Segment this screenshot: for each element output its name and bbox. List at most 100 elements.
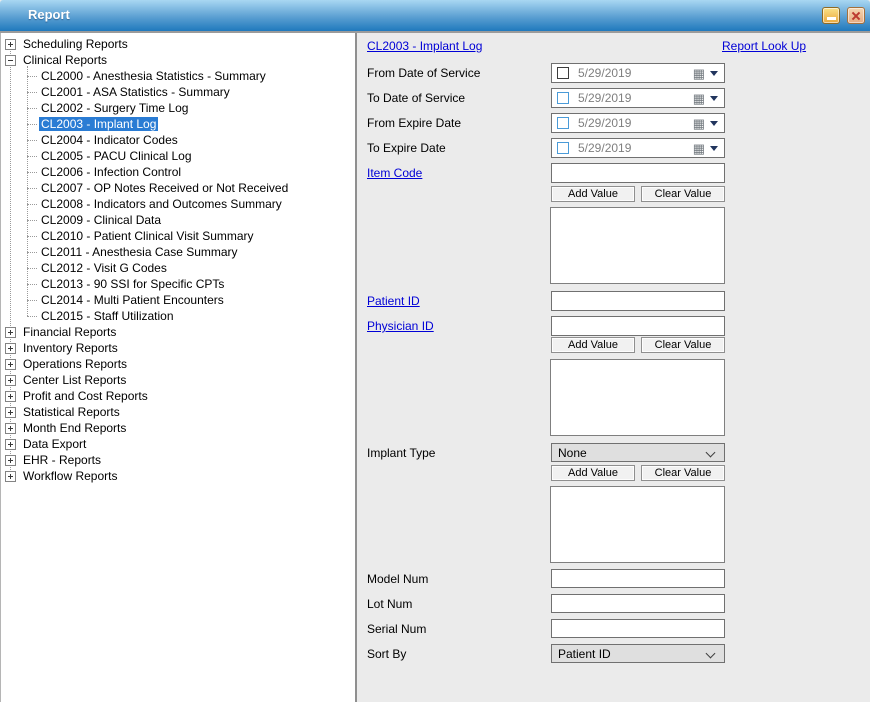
tree-item[interactable]: CL2001 - ASA Statistics - Summary: [1, 84, 355, 100]
tree-item-label[interactable]: Month End Reports: [21, 421, 128, 435]
model-num-input[interactable]: [551, 569, 725, 588]
tree-item[interactable]: CL2003 - Implant Log: [1, 116, 355, 132]
item-code-input[interactable]: [551, 163, 725, 183]
expand-icon[interactable]: [5, 343, 16, 354]
dropdown-arrow-icon[interactable]: [710, 146, 718, 151]
physician-id-link[interactable]: Physician ID: [367, 319, 434, 333]
expand-icon[interactable]: [5, 439, 16, 450]
tree-item-label[interactable]: EHR - Reports: [21, 453, 103, 467]
tree-item-label[interactable]: CL2002 - Surgery Time Log: [39, 101, 190, 115]
id-add-value-button[interactable]: Add Value: [551, 337, 635, 353]
tree-item[interactable]: Center List Reports: [1, 372, 355, 388]
item-code-clear-value-button[interactable]: Clear Value: [641, 186, 725, 202]
tree-item-label[interactable]: Workflow Reports: [21, 469, 119, 483]
tree-item-label[interactable]: Inventory Reports: [21, 341, 120, 355]
minimize-button[interactable]: [822, 7, 840, 24]
tree-item[interactable]: Inventory Reports: [1, 340, 355, 356]
tree-item[interactable]: CL2013 - 90 SSI for Specific CPTs: [1, 276, 355, 292]
tree-item-label[interactable]: CL2004 - Indicator Codes: [39, 133, 180, 147]
tree-item[interactable]: CL2000 - Anesthesia Statistics - Summary: [1, 68, 355, 84]
tree-item-label[interactable]: CL2009 - Clinical Data: [39, 213, 163, 227]
tree-item-label[interactable]: CL2013 - 90 SSI for Specific CPTs: [39, 277, 226, 291]
dropdown-arrow-icon[interactable]: [710, 71, 718, 76]
expand-icon[interactable]: [5, 375, 16, 386]
tree-item-label[interactable]: Center List Reports: [21, 373, 128, 387]
expand-icon[interactable]: [5, 391, 16, 402]
date-enable-checkbox[interactable]: [557, 92, 569, 104]
from-date-of-service-picker[interactable]: 5/29/2019 ▦: [551, 63, 725, 83]
expand-icon[interactable]: [5, 471, 16, 482]
date-enable-checkbox[interactable]: [557, 142, 569, 154]
implant-type-listbox[interactable]: [550, 486, 725, 563]
to-expire-date-picker[interactable]: 5/29/2019 ▦: [551, 138, 725, 158]
expand-icon[interactable]: [5, 359, 16, 370]
tree-item-label[interactable]: CL2011 - Anesthesia Case Summary: [39, 245, 240, 259]
tree-item[interactable]: Clinical Reports: [1, 52, 355, 68]
id-values-listbox[interactable]: [550, 359, 725, 436]
tree-item[interactable]: Scheduling Reports: [1, 36, 355, 52]
item-code-link[interactable]: Item Code: [367, 166, 422, 180]
tree-item[interactable]: Month End Reports: [1, 420, 355, 436]
tree-item[interactable]: CL2014 - Multi Patient Encounters: [1, 292, 355, 308]
tree-item-label[interactable]: Financial Reports: [21, 325, 118, 339]
tree-item-label[interactable]: Data Export: [21, 437, 88, 451]
expand-icon[interactable]: [5, 39, 16, 50]
tree-item[interactable]: CL2008 - Indicators and Outcomes Summary: [1, 196, 355, 212]
tree-item[interactable]: Data Export: [1, 436, 355, 452]
tree-item[interactable]: CL2009 - Clinical Data: [1, 212, 355, 228]
tree-item-label[interactable]: Operations Reports: [21, 357, 129, 371]
expand-icon[interactable]: [5, 407, 16, 418]
tree-item-label[interactable]: Clinical Reports: [21, 53, 109, 67]
expand-icon[interactable]: [5, 327, 16, 338]
tree-item[interactable]: Profit and Cost Reports: [1, 388, 355, 404]
implant-type-select[interactable]: None: [551, 443, 725, 462]
date-enable-checkbox[interactable]: [557, 117, 569, 129]
tree-item[interactable]: Workflow Reports: [1, 468, 355, 484]
tree-item[interactable]: CL2012 - Visit G Codes: [1, 260, 355, 276]
tree-item-label[interactable]: CL2014 - Multi Patient Encounters: [39, 293, 226, 307]
tree-item[interactable]: CL2002 - Surgery Time Log: [1, 100, 355, 116]
tree-item-label[interactable]: CL2007 - OP Notes Received or Not Receiv…: [39, 181, 290, 195]
report-lookup-link[interactable]: Report Look Up: [722, 39, 806, 53]
tree-item-label[interactable]: CL2012 - Visit G Codes: [39, 261, 169, 275]
tree-item[interactable]: CL2010 - Patient Clinical Visit Summary: [1, 228, 355, 244]
to-date-of-service-picker[interactable]: 5/29/2019 ▦: [551, 88, 725, 108]
close-button[interactable]: [847, 7, 865, 24]
tree-item-label[interactable]: CL2000 - Anesthesia Statistics - Summary: [39, 69, 268, 83]
tree-item-label[interactable]: Scheduling Reports: [21, 37, 130, 51]
expand-icon[interactable]: [5, 455, 16, 466]
tree-item-label[interactable]: CL2001 - ASA Statistics - Summary: [39, 85, 232, 99]
serial-num-input[interactable]: [551, 619, 725, 638]
tree-item-label[interactable]: CL2006 - Infection Control: [39, 165, 183, 179]
report-title-link[interactable]: CL2003 - Implant Log: [367, 39, 482, 53]
tree-item[interactable]: CL2005 - PACU Clinical Log: [1, 148, 355, 164]
tree-item-label[interactable]: Statistical Reports: [21, 405, 122, 419]
tree-item-label[interactable]: Profit and Cost Reports: [21, 389, 150, 403]
lot-num-input[interactable]: [551, 594, 725, 613]
dropdown-arrow-icon[interactable]: [710, 121, 718, 126]
tree-item-label[interactable]: CL2015 - Staff Utilization: [39, 309, 176, 323]
tree-item[interactable]: EHR - Reports: [1, 452, 355, 468]
item-code-listbox[interactable]: [550, 207, 725, 284]
tree-item[interactable]: CL2006 - Infection Control: [1, 164, 355, 180]
patient-id-link[interactable]: Patient ID: [367, 294, 420, 308]
tree-item-label[interactable]: CL2003 - Implant Log: [39, 117, 158, 131]
dropdown-arrow-icon[interactable]: [710, 96, 718, 101]
id-clear-value-button[interactable]: Clear Value: [641, 337, 725, 353]
date-enable-checkbox[interactable]: [557, 67, 569, 79]
tree-item[interactable]: Operations Reports: [1, 356, 355, 372]
implant-type-clear-value-button[interactable]: Clear Value: [641, 465, 725, 481]
tree-item[interactable]: CL2004 - Indicator Codes: [1, 132, 355, 148]
tree-item-label[interactable]: CL2008 - Indicators and Outcomes Summary: [39, 197, 284, 211]
implant-type-add-value-button[interactable]: Add Value: [551, 465, 635, 481]
collapse-icon[interactable]: [5, 55, 16, 66]
physician-id-input[interactable]: [551, 316, 725, 336]
tree-item[interactable]: CL2011 - Anesthesia Case Summary: [1, 244, 355, 260]
item-code-add-value-button[interactable]: Add Value: [551, 186, 635, 202]
tree-item-label[interactable]: CL2010 - Patient Clinical Visit Summary: [39, 229, 256, 243]
sort-by-select[interactable]: Patient ID: [551, 644, 725, 663]
from-expire-date-picker[interactable]: 5/29/2019 ▦: [551, 113, 725, 133]
tree-item[interactable]: CL2015 - Staff Utilization: [1, 308, 355, 324]
tree-item-label[interactable]: CL2005 - PACU Clinical Log: [39, 149, 194, 163]
patient-id-input[interactable]: [551, 291, 725, 311]
